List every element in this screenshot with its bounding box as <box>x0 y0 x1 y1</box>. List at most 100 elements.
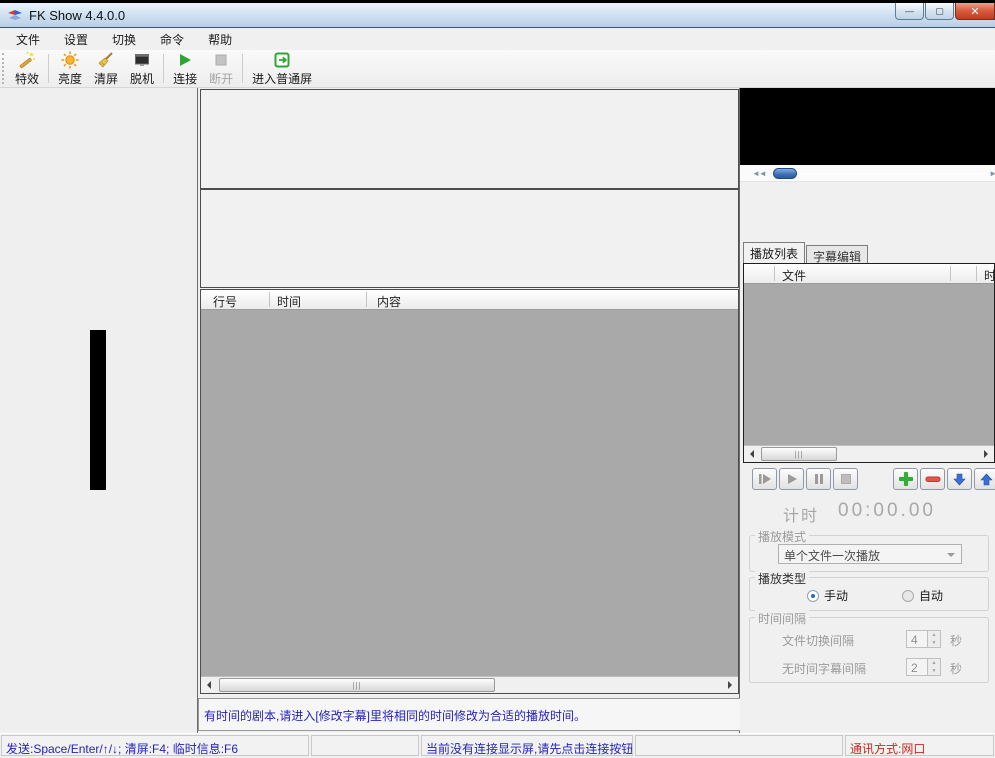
tab-label: 字幕编辑 <box>813 250 861 264</box>
column-divider[interactable] <box>950 266 951 281</box>
interval-row-subtitle: 无时间字幕间隔 2 ▲▼ 秒 <box>750 658 990 676</box>
subtitle-grid[interactable]: 行号 时间 内容 ||| <box>200 289 739 694</box>
column-file[interactable]: 文件 <box>782 267 806 284</box>
playlist-grid-header: 文件 时 <box>744 264 994 284</box>
toolbar-label: 断开 <box>209 70 233 87</box>
monitor-icon <box>133 51 151 69</box>
stop-icon <box>212 51 230 69</box>
column-divider[interactable] <box>976 266 977 281</box>
scroll-right-icon[interactable] <box>978 446 994 462</box>
toolbar-grip[interactable] <box>2 53 7 84</box>
playback-slider[interactable]: ◄◄ ► <box>740 165 995 182</box>
column-divider[interactable] <box>269 292 270 307</box>
unit-label: 秒 <box>950 632 962 649</box>
scroll-thumb[interactable]: ||| <box>219 678 495 692</box>
maximize-icon: ▢ <box>935 6 944 17</box>
move-down-button[interactable] <box>947 468 972 490</box>
play-button[interactable] <box>779 468 804 490</box>
close-button[interactable]: ✕ <box>955 3 995 20</box>
titlebar: FK Show 4.4.0.0 — ▢ ✕ <box>0 3 995 28</box>
column-line-number[interactable]: 行号 <box>213 293 237 310</box>
toolbar-separator <box>163 54 164 83</box>
column-divider[interactable] <box>366 292 367 307</box>
broom-icon <box>97 51 115 69</box>
rewind-icon[interactable]: ◄◄ <box>752 169 766 178</box>
pause-button[interactable] <box>806 468 831 490</box>
timer-label: 计时 <box>783 502 819 526</box>
toolbar-label: 脱机 <box>130 70 154 87</box>
connect-button[interactable]: 连接 <box>167 50 203 87</box>
enter-normal-screen-button[interactable]: 进入普通屏 <box>246 50 318 87</box>
sun-icon <box>61 51 79 69</box>
step-button[interactable] <box>752 468 777 490</box>
radio-manual[interactable]: 手动 <box>807 587 848 604</box>
spinner-arrows-icon[interactable]: ▲▼ <box>928 658 941 676</box>
interval-row-label: 文件切换间隔 <box>782 632 854 649</box>
menu-command[interactable]: 命令 <box>148 28 196 51</box>
slider-thumb[interactable] <box>773 168 797 179</box>
status-bar: 发送:Space/Enter/↑/↓; 清屏:F4; 临时信息:F6 当前没有连… <box>0 733 995 758</box>
close-icon: ✕ <box>970 5 979 18</box>
column-divider[interactable] <box>774 266 775 281</box>
menu-settings[interactable]: 设置 <box>52 28 100 51</box>
hint-message-text: 有时间的剧本,请进入[修改字幕]里将相同的时间修改为合适的播放时间。 <box>204 709 586 723</box>
left-black-bar <box>90 330 106 490</box>
radio-checked-icon <box>807 590 819 602</box>
center-panel: 行号 时间 内容 ||| 有时间的剧本,请进入[修改字幕]里将相同的时间修改为合… <box>197 88 740 733</box>
spinner-arrows-icon[interactable]: ▲▼ <box>928 630 941 648</box>
brightness-button[interactable]: 亮度 <box>52 50 88 87</box>
add-button[interactable] <box>893 468 918 490</box>
preview-screen <box>740 88 995 165</box>
play-mode-select[interactable]: 单个文件一次播放 <box>778 544 962 564</box>
step-icon <box>758 473 772 485</box>
minus-icon <box>925 472 941 486</box>
menu-file[interactable]: 文件 <box>4 28 52 51</box>
unit-label: 秒 <box>950 660 962 677</box>
clear-screen-button[interactable]: 清屏 <box>88 50 124 87</box>
toolbar-separator <box>242 54 243 83</box>
pause-icon <box>813 473 825 485</box>
scroll-left-icon[interactable] <box>201 677 217 693</box>
tab-label: 播放列表 <box>750 247 798 261</box>
remove-button[interactable] <box>920 468 945 490</box>
column-content[interactable]: 内容 <box>377 293 401 310</box>
offline-button[interactable]: 脱机 <box>124 50 160 87</box>
app-window: FK Show 4.4.0.0 — ▢ ✕ 文件 设置 切换 命令 帮助 特效 <box>0 0 995 758</box>
playlist-hscrollbar[interactable]: ||| <box>744 445 994 462</box>
tab-subtitle-edit[interactable]: 字幕编辑 <box>806 245 868 263</box>
file-switch-interval-input[interactable]: 4 <box>906 630 928 648</box>
scroll-left-icon[interactable] <box>744 446 760 462</box>
slider-track[interactable] <box>773 173 985 174</box>
subtitle-grid-hscrollbar[interactable]: ||| <box>201 676 738 693</box>
playlist-grid[interactable]: 文件 时 ||| <box>743 263 995 463</box>
radio-label: 手动 <box>824 587 848 604</box>
effects-button[interactable]: 特效 <box>9 50 45 87</box>
radio-label: 自动 <box>919 587 943 604</box>
status-empty-panel <box>635 735 843 756</box>
timer-value: 00:00.00 <box>838 500 936 522</box>
menu-switch[interactable]: 切换 <box>100 28 148 51</box>
arrow-up-icon <box>980 473 993 486</box>
arrow-down-icon <box>953 473 966 486</box>
status-connection: 当前没有连接显示屏,请先点击连接按钮。 <box>421 735 633 756</box>
maximize-button[interactable]: ▢ <box>925 3 954 20</box>
tab-playlist[interactable]: 播放列表 <box>743 242 805 263</box>
toolbar-label: 连接 <box>173 70 197 87</box>
status-comm-mode: 通讯方式:网口 <box>845 735 994 756</box>
menu-help[interactable]: 帮助 <box>196 28 244 51</box>
minimize-button[interactable]: — <box>895 3 924 20</box>
column-partial[interactable]: 时 <box>984 267 995 284</box>
radio-auto[interactable]: 自动 <box>902 587 943 604</box>
stop-button[interactable] <box>833 468 858 490</box>
forward-icon[interactable]: ► <box>989 169 995 178</box>
stop-icon <box>840 473 852 485</box>
no-time-subtitle-interval-input[interactable]: 2 <box>906 658 928 676</box>
scroll-thumb[interactable]: ||| <box>761 447 837 461</box>
scroll-right-icon[interactable] <box>722 677 738 693</box>
disconnect-button[interactable]: 断开 <box>203 50 239 87</box>
left-panel <box>0 88 197 733</box>
right-panel: ◄◄ ► 播放列表 字幕编辑 文件 时 ||| <box>740 88 995 733</box>
status-empty-panel <box>311 735 419 756</box>
column-time[interactable]: 时间 <box>277 293 301 310</box>
move-up-button[interactable] <box>974 468 995 490</box>
